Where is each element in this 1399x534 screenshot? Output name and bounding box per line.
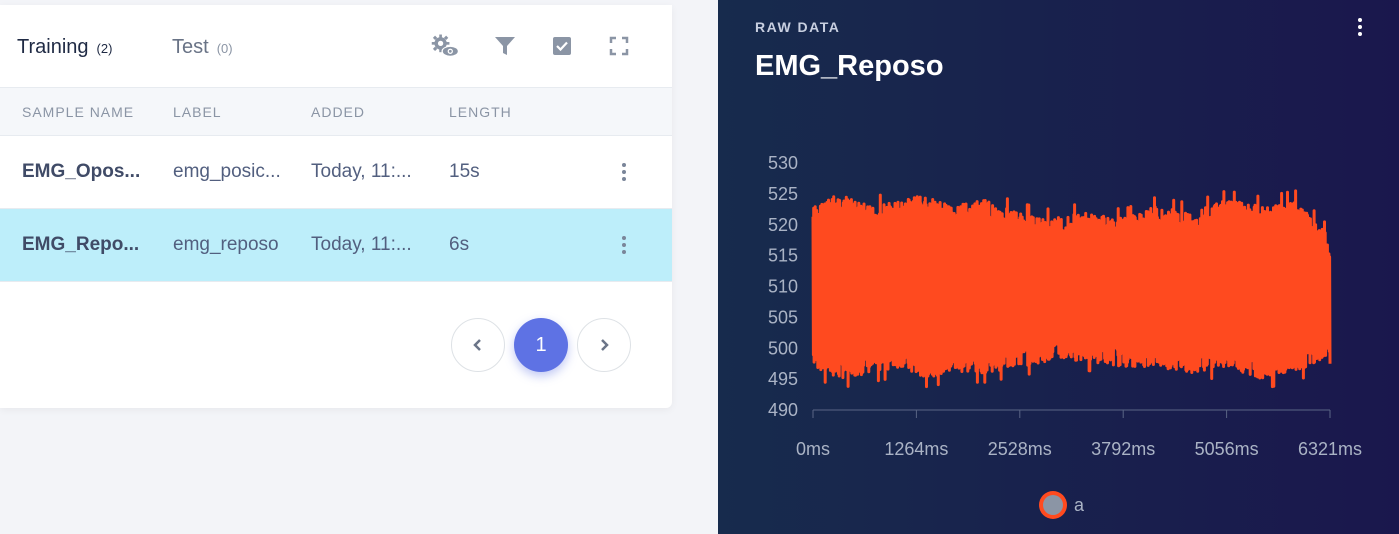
y-tick-label: 490 <box>768 400 798 420</box>
row-more-icon[interactable] <box>612 158 636 186</box>
x-tick-label: 2528ms <box>988 439 1052 459</box>
row-added: Today, 11:... <box>311 161 412 182</box>
y-tick-label: 515 <box>768 246 798 266</box>
filter-button[interactable] <box>490 31 520 61</box>
chevron-right-icon <box>601 339 609 351</box>
fullscreen-button[interactable] <box>604 31 634 61</box>
x-tick-label: 3792ms <box>1091 439 1155 459</box>
settings-eye-button[interactable] <box>430 31 460 61</box>
header-length[interactable]: LENGTH <box>449 104 512 120</box>
legend-label: a <box>1074 495 1085 515</box>
settings-eye-icon <box>431 34 460 57</box>
legend-marker-fill <box>1043 495 1063 515</box>
y-tick-label: 530 <box>768 153 798 173</box>
tab-training-label: Training <box>17 36 89 58</box>
y-tick-label: 510 <box>768 277 798 297</box>
row-more-icon[interactable] <box>612 231 636 259</box>
y-tick-label: 520 <box>768 215 798 235</box>
row-sample-name: EMG_Opos... <box>22 161 141 182</box>
x-tick-label: 0ms <box>796 439 830 459</box>
filter-icon <box>495 37 515 55</box>
row-added: Today, 11:... <box>311 234 412 255</box>
tab-test-count: (0) <box>216 41 233 56</box>
pagination-next-button[interactable] <box>577 318 631 372</box>
samples-card: Training (2) Test (0) SAMPLE NAME LABEL … <box>0 5 672 408</box>
table-row-selected[interactable]: EMG_Repo... emg_reposo Today, 11:... 6s <box>0 209 672 282</box>
tab-test-label: Test <box>172 36 209 58</box>
y-tick-label: 505 <box>768 307 798 327</box>
raw-data-panel: RAW DATA EMG_Reposo 490 495 500 505 510 515 52… <box>718 0 1399 534</box>
chevron-left-icon <box>473 339 481 351</box>
header-label[interactable]: LABEL <box>173 104 222 120</box>
row-length: 15s <box>449 161 480 182</box>
row-sample-name: EMG_Repo... <box>22 234 140 255</box>
sample-tabs: Training (2) Test (0) <box>0 5 672 88</box>
tab-training-count: (2) <box>96 41 113 56</box>
row-length: 6s <box>449 234 470 255</box>
fullscreen-icon <box>609 36 629 56</box>
x-tick-label: 1264ms <box>884 439 948 459</box>
raw-data-chart: 490 495 500 505 510 515 520 525 530 0ms 1264ms 2528… <box>768 153 1362 519</box>
y-tick-label: 525 <box>768 184 798 204</box>
header-added[interactable]: ADDED <box>311 104 365 120</box>
pagination-prev-button[interactable] <box>451 318 505 372</box>
table-header: SAMPLE NAME LABEL ADDED LENGTH <box>0 88 672 136</box>
y-tick-label: 495 <box>768 369 798 389</box>
row-label: emg_posic... <box>173 161 281 182</box>
x-tick-label: 6321ms <box>1298 439 1362 459</box>
pagination-page-1[interactable]: 1 <box>514 318 568 372</box>
table-row[interactable]: EMG_Opos... emg_posic... Today, 11:... 1… <box>0 136 672 209</box>
y-tick-label: 500 <box>768 338 798 358</box>
row-label: emg_reposo <box>173 234 279 255</box>
series-a-line <box>811 189 1332 389</box>
tab-test[interactable]: Test (0) <box>172 36 233 59</box>
x-tick-label: 5056ms <box>1195 439 1259 459</box>
select-checkbox-icon <box>553 37 571 55</box>
header-sample-name[interactable]: SAMPLE NAME <box>22 104 134 120</box>
select-button[interactable] <box>547 31 577 61</box>
tab-training[interactable]: Training (2) <box>17 36 112 59</box>
